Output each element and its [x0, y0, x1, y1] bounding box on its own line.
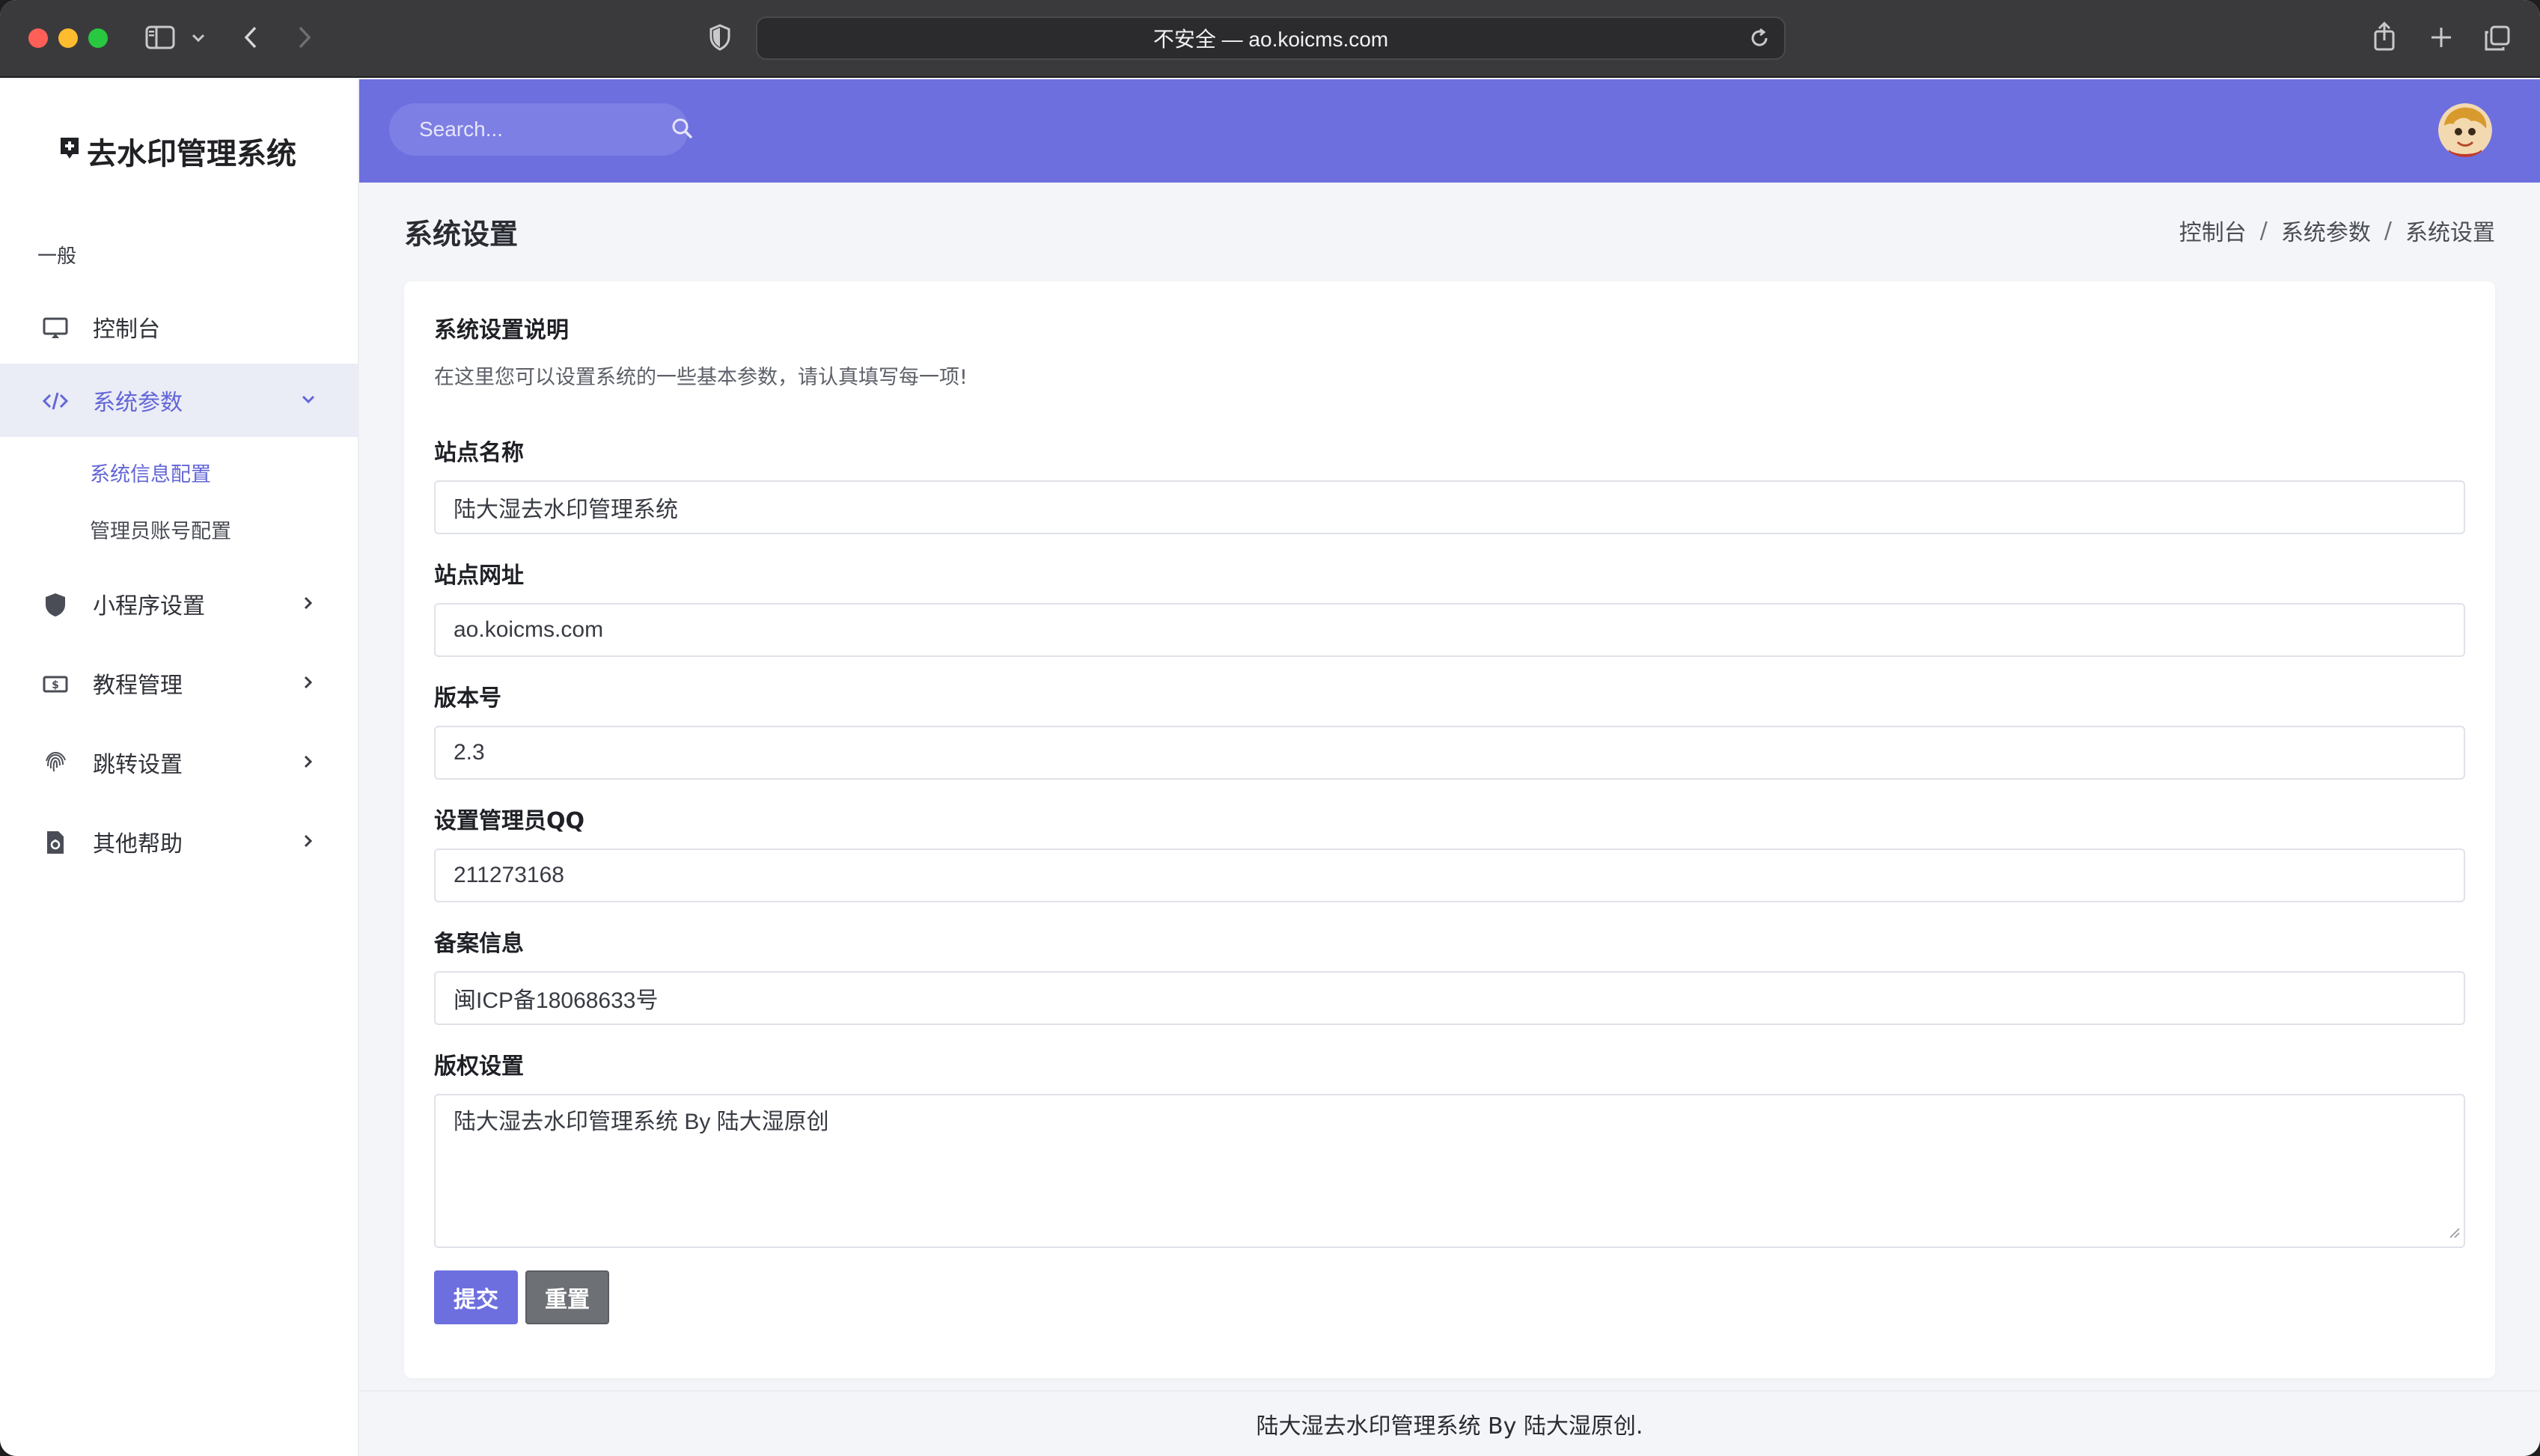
browser-toolbar: 不安全 — ao.koicms.com [0, 0, 2540, 78]
chevron-right-icon [298, 751, 319, 772]
card-title: 系统设置说明 [434, 317, 569, 343]
settings-card: 系统设置说明 在这里您可以设置系统的一些基本参数，请认真填写每一项! 站点名称 … [404, 281, 2495, 1378]
browser-window: 不安全 — ao.koicms.com 去水印管理系统 一般 控制台 系统参数 … [0, 0, 2540, 1456]
sidebar-item-dashboard[interactable]: 控制台 [0, 290, 358, 364]
site-name-label: 站点名称 [434, 440, 524, 466]
breadcrumb-item-current: 系统设置 [2405, 220, 2495, 246]
sidebar-item-label: 其他帮助 [93, 831, 183, 857]
breadcrumb-separator: / [2259, 217, 2268, 244]
admin-qq-input[interactable] [434, 848, 2465, 902]
section-label: 一般 [37, 245, 77, 268]
site-name-input[interactable] [434, 480, 2465, 534]
sidebar-item-label: 系统参数 [93, 390, 183, 416]
breadcrumb-item[interactable]: 控制台 [2179, 214, 2247, 247]
file-icon [42, 829, 69, 856]
icp-label: 备案信息 [434, 931, 524, 957]
address-bar[interactable]: 不安全 — ao.koicms.com [756, 16, 1786, 60]
address-text: 不安全 — ao.koicms.com [1153, 28, 1389, 51]
chevron-down-icon[interactable] [190, 30, 207, 46]
sidebar-subitem-system-info[interactable]: 系统信息配置 [90, 458, 211, 487]
site-url-label: 站点网址 [434, 563, 524, 589]
footer: 陆大湿去水印管理系统 By 陆大湿原创. [359, 1390, 2540, 1456]
breadcrumb-item[interactable]: 系统参数 [2281, 214, 2371, 247]
user-avatar[interactable] [2438, 103, 2492, 157]
sidebar-item-label: 跳转设置 [93, 752, 183, 778]
submit-button[interactable]: 提交 [434, 1270, 518, 1324]
search-icon[interactable] [671, 117, 694, 141]
breadcrumb: 控制台 / 系统参数 / 系统设置 [2179, 214, 2495, 247]
plus-box-icon [58, 134, 81, 168]
svg-text:$: $ [52, 679, 59, 691]
chevron-right-icon [298, 593, 319, 614]
card-description: 在这里您可以设置系统的一些基本参数，请认真填写每一项! [434, 366, 968, 389]
sidebar-item-help[interactable]: 其他帮助 [0, 805, 358, 878]
sidebar-item-label: 教程管理 [93, 673, 183, 699]
sidebar-item-system-params[interactable]: 系统参数 [0, 364, 358, 437]
sidebar-toggle-icon[interactable] [144, 24, 177, 51]
tab-overview-icon[interactable] [2483, 24, 2512, 52]
sidebar: 去水印管理系统 一般 控制台 系统参数 系统信息配置 管理员账号配置 小程序设置… [0, 79, 359, 1456]
sidebar-item-label: 小程序设置 [93, 593, 205, 620]
top-navbar [359, 79, 2540, 183]
chevron-down-icon [298, 389, 319, 410]
minimize-window-button[interactable] [58, 28, 78, 48]
sidebar-item-miniprogram[interactable]: 小程序设置 [0, 567, 358, 640]
resize-handle-icon[interactable] [2447, 1226, 2461, 1239]
privacy-shield-icon[interactable] [706, 22, 733, 52]
new-tab-icon[interactable] [2428, 24, 2455, 51]
sidebar-subitem-admin-account[interactable]: 管理员账号配置 [90, 515, 231, 544]
money-icon: $ [42, 670, 69, 697]
reset-button[interactable]: 重置 [525, 1270, 609, 1324]
version-label: 版本号 [434, 685, 501, 712]
close-window-button[interactable] [28, 28, 48, 48]
fingerprint-icon [42, 750, 69, 777]
copyright-label: 版权设置 [434, 1053, 524, 1080]
page-title: 系统设置 [404, 218, 519, 251]
sidebar-item-label: 控制台 [93, 316, 160, 343]
code-icon [42, 388, 69, 415]
chevron-right-icon [298, 831, 319, 851]
share-icon[interactable] [2371, 19, 2398, 52]
brand-logo[interactable]: 去水印管理系统 [58, 129, 296, 174]
forward-icon[interactable] [293, 22, 316, 52]
monitor-icon [42, 314, 69, 341]
footer-text: 陆大湿去水印管理系统 By 陆大湿原创. [1256, 1413, 1643, 1440]
shield-icon [42, 591, 69, 618]
search-box [389, 103, 693, 156]
admin-qq-label: 设置管理员QQ [434, 808, 585, 834]
search-input[interactable] [389, 103, 636, 156]
sidebar-item-tutorials[interactable]: $ 教程管理 [0, 646, 358, 720]
chevron-right-icon [298, 672, 319, 693]
version-input[interactable] [434, 726, 2465, 780]
back-icon[interactable] [239, 22, 262, 52]
icp-input[interactable] [434, 971, 2465, 1025]
maximize-window-button[interactable] [88, 28, 108, 48]
copyright-textarea[interactable]: 陆大湿去水印管理系统 By 陆大湿原创 [434, 1094, 2465, 1248]
sidebar-item-redirect[interactable]: 跳转设置 [0, 726, 358, 799]
breadcrumb-separator: / [2384, 217, 2392, 244]
site-url-input[interactable] [434, 603, 2465, 657]
reload-icon[interactable] [1748, 27, 1771, 49]
brand-name: 去水印管理系统 [87, 137, 296, 171]
